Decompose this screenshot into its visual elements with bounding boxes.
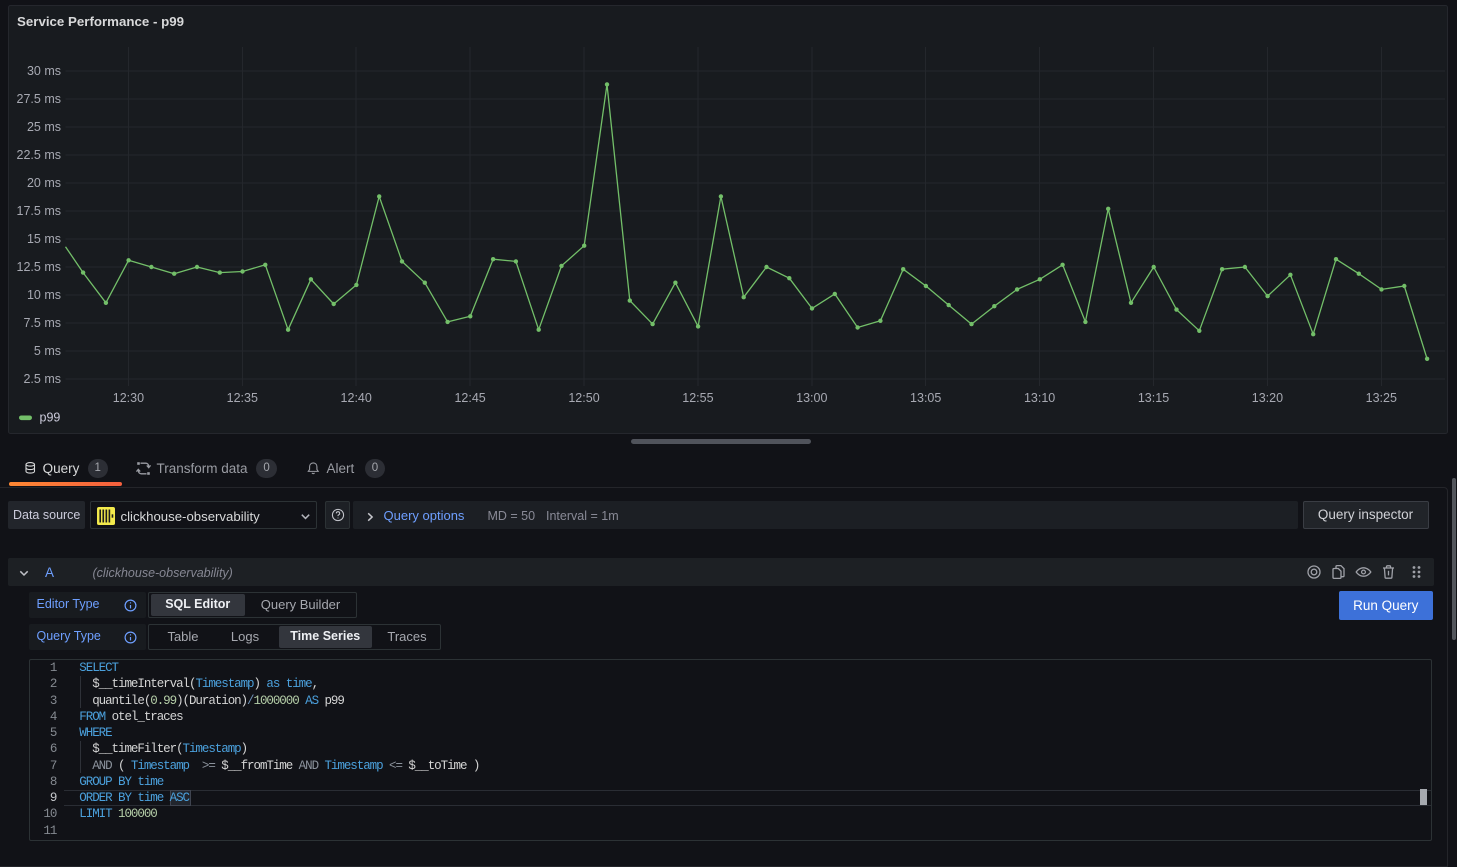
svg-text:12:35: 12:35 xyxy=(227,391,258,405)
svg-text:22.5 ms: 22.5 ms xyxy=(17,148,61,162)
svg-text:20 ms: 20 ms xyxy=(27,176,61,190)
svg-text:12:40: 12:40 xyxy=(341,391,372,405)
svg-text:p99: p99 xyxy=(40,411,61,425)
svg-text:Service Performance - p99: Service Performance - p99 xyxy=(17,14,184,29)
svg-text:12:45: 12:45 xyxy=(454,391,485,405)
svg-text:12.5 ms: 12.5 ms xyxy=(17,260,61,274)
svg-text:15 ms: 15 ms xyxy=(27,232,61,246)
svg-text:25 ms: 25 ms xyxy=(27,120,61,134)
svg-text:10 ms: 10 ms xyxy=(27,288,61,302)
svg-text:30 ms: 30 ms xyxy=(27,64,61,78)
svg-text:12:30: 12:30 xyxy=(113,391,144,405)
svg-text:17.5 ms: 17.5 ms xyxy=(17,204,61,218)
svg-text:13:15: 13:15 xyxy=(1138,391,1169,405)
svg-text:13:10: 13:10 xyxy=(1024,391,1055,405)
svg-text:2.5 ms: 2.5 ms xyxy=(23,372,61,386)
svg-text:7.5 ms: 7.5 ms xyxy=(23,316,61,330)
svg-text:12:55: 12:55 xyxy=(682,391,713,405)
svg-text:13:00: 13:00 xyxy=(796,391,827,405)
svg-text:12:50: 12:50 xyxy=(568,391,599,405)
svg-text:27.5 ms: 27.5 ms xyxy=(17,92,61,106)
svg-text:13:20: 13:20 xyxy=(1252,391,1283,405)
svg-text:5 ms: 5 ms xyxy=(34,344,61,358)
svg-text:13:05: 13:05 xyxy=(910,391,941,405)
svg-text:13:25: 13:25 xyxy=(1366,391,1397,405)
